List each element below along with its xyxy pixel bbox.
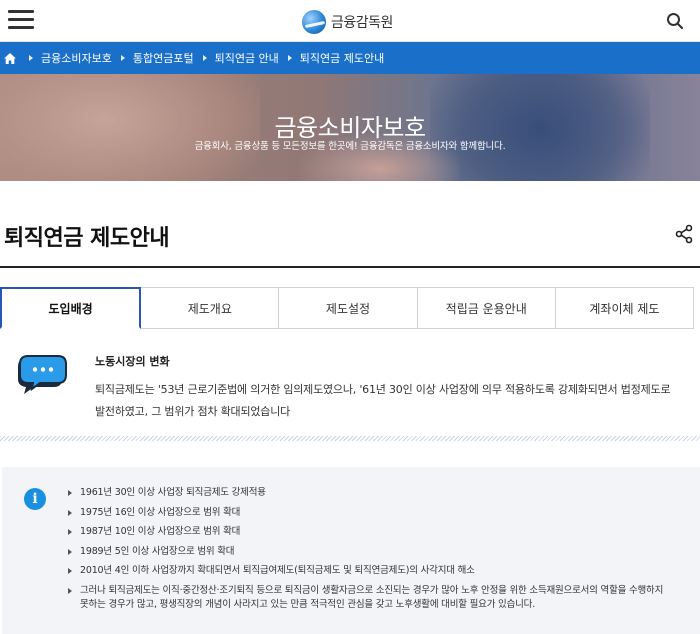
search-icon[interactable] xyxy=(666,12,684,30)
list-item: 1987년 10인 이상 사업장으로 범위 확대 xyxy=(68,525,668,540)
breadcrumb: 금융소비자보호 통합연금포털 퇴직연금 안내 퇴직연금 제도안내 xyxy=(0,42,700,74)
breadcrumb-item-current[interactable]: 퇴직연금 제도안내 xyxy=(300,50,384,66)
speech-bubble-icon xyxy=(18,355,67,394)
hero-description: 금융회사, 금융상품 등 모든정보를 한곳에! 금융감독은 금융소비자와 함께합… xyxy=(194,141,506,152)
tab-overview[interactable]: 제도개요 xyxy=(141,287,280,329)
tab-setup[interactable]: 제도설정 xyxy=(279,287,418,329)
share-icon[interactable] xyxy=(674,224,694,244)
breadcrumb-separator-icon xyxy=(29,55,33,61)
breadcrumb-separator-icon xyxy=(287,55,292,61)
logo-text: 금융감독원 xyxy=(331,15,393,31)
breadcrumb-item-consumer[interactable]: 금융소비자보호 xyxy=(41,50,112,66)
tab-fund-management[interactable]: 적립금 운용안내 xyxy=(417,287,556,329)
tab-account-transfer[interactable]: 계좌이체 제도 xyxy=(555,287,695,329)
hero-banner: 금융소비자보호 금융회사, 금융상품 등 모든정보를 한곳에! 금융감독은 금융… xyxy=(0,74,700,181)
breadcrumb-separator-icon xyxy=(120,55,125,61)
top-header: 금융감독원 xyxy=(0,0,700,42)
page-title: 퇴직연금 제도안내 xyxy=(4,226,170,251)
list-item: 2010년 4인 이하 사업장까지 확대되면서 퇴직급여제도(퇴직금제도 및 퇴… xyxy=(68,564,668,579)
list-item: 1975년 16인 이상 사업장으로 범위 확대 xyxy=(68,506,668,521)
logo-globe-icon xyxy=(302,10,326,34)
breadcrumb-item-pension-portal[interactable]: 통합연금포털 xyxy=(133,50,194,66)
hamburger-menu-icon[interactable] xyxy=(8,10,34,32)
content-tabs: 도입배경 제도개요 제도설정 적립금 운용안내 계좌이체 제도 xyxy=(0,287,695,329)
breadcrumb-separator-icon xyxy=(202,55,207,61)
list-item: 1989년 5인 이상 사업장으로 범위 확대 xyxy=(68,545,668,560)
list-item: 그러나 퇴직금제도는 이직·중간정산·조기퇴직 등으로 퇴직금이 생활자금으로 … xyxy=(68,584,668,613)
fss-logo[interactable]: 금융감독원 xyxy=(302,9,393,35)
title-divider xyxy=(0,266,700,268)
info-icon: i xyxy=(24,488,46,510)
history-list: 1961년 30인 이상 사업장 퇴직금제도 강제적용 1975년 16인 이상… xyxy=(68,486,668,618)
breadcrumb-item-retirement-guide[interactable]: 퇴직연금 안내 xyxy=(215,50,279,66)
labor-market-title: 노동시장의 변화 xyxy=(95,355,170,368)
labor-market-text: 퇴직금제도는 '53년 근로기준법에 의거한 임의제도였으나, '61년 30인… xyxy=(95,383,671,418)
section-divider xyxy=(0,436,700,441)
tab-background[interactable]: 도입배경 xyxy=(0,287,142,329)
home-icon[interactable] xyxy=(0,42,20,74)
list-item: 1961년 30인 이상 사업장 퇴직금제도 강제적용 xyxy=(68,486,668,501)
info-box: i 1961년 30인 이상 사업장 퇴직금제도 강제적용 1975년 16인 … xyxy=(2,467,700,634)
